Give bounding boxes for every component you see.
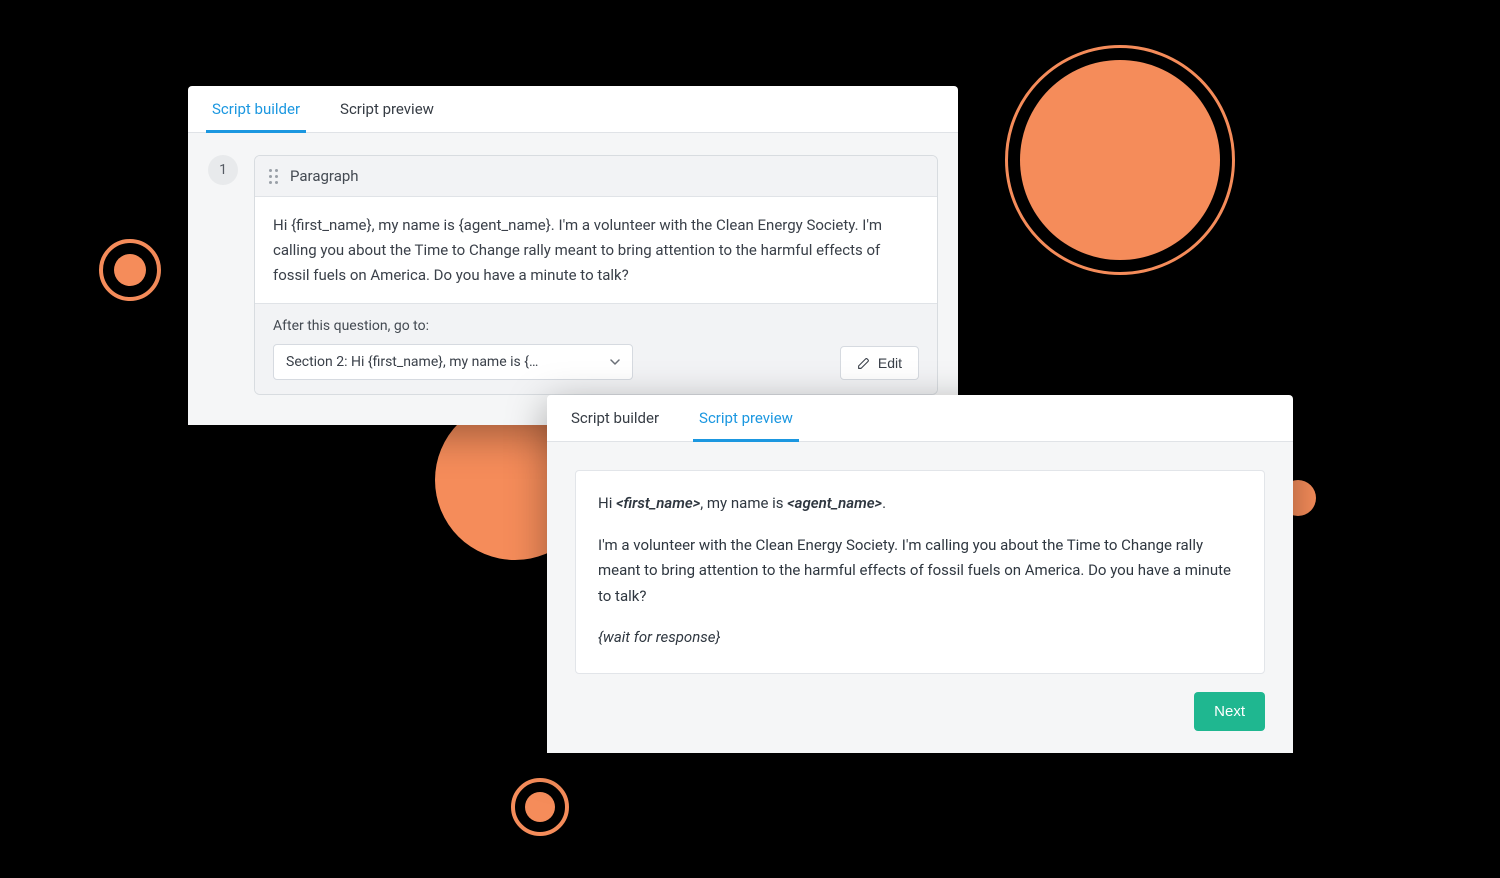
text-fragment: Hi (598, 494, 616, 512)
variable-placeholder: <agent_name> (787, 494, 882, 512)
tab-script-preview[interactable]: Script preview (334, 86, 440, 133)
preview-wait-instruction: {wait for response} (598, 625, 1242, 651)
edit-button[interactable]: Edit (840, 346, 919, 380)
chevron-down-icon (610, 357, 620, 367)
goto-label: After this question, go to: (273, 318, 633, 334)
preview-line-2: I'm a volunteer with the Clean Energy So… (598, 533, 1242, 610)
decorative-circle (1020, 60, 1220, 260)
block-type-label: Paragraph (290, 167, 359, 185)
variable-placeholder: <first_name> (616, 494, 700, 512)
next-button[interactable]: Next (1194, 692, 1265, 731)
decorative-circle (525, 792, 555, 822)
goto-select-value: Section 2: Hi {first_name}, my name is {… (286, 354, 538, 370)
tab-script-builder[interactable]: Script builder (565, 395, 665, 442)
builder-body: 1 Paragraph Hi {first_name}, my name is … (188, 133, 958, 425)
step-number-badge: 1 (208, 155, 238, 185)
tab-script-preview[interactable]: Script preview (693, 395, 799, 442)
block-header: Paragraph (255, 156, 937, 197)
text-fragment: . (882, 494, 886, 512)
script-builder-card: Script builder Script preview 1 Paragrap… (188, 86, 958, 425)
edit-button-label: Edit (878, 355, 902, 371)
paragraph-text: Hi {first_name}, my name is {agent_name}… (255, 197, 937, 303)
preview-body: Hi <first_name>, my name is <agent_name>… (547, 442, 1293, 753)
tabs: Script builder Script preview (188, 86, 958, 133)
tab-script-builder[interactable]: Script builder (206, 86, 306, 133)
block-footer: After this question, go to: Section 2: H… (255, 303, 937, 394)
drag-handle-icon[interactable] (269, 169, 278, 184)
goto-selector-group: After this question, go to: Section 2: H… (273, 318, 633, 380)
tabs: Script builder Script preview (547, 395, 1293, 442)
text-fragment: , my name is (700, 494, 787, 512)
goto-select[interactable]: Section 2: Hi {first_name}, my name is {… (273, 344, 633, 380)
decorative-circle (114, 254, 146, 286)
script-preview-card: Script builder Script preview Hi <first_… (547, 395, 1293, 753)
preview-text-box: Hi <first_name>, my name is <agent_name>… (575, 470, 1265, 674)
preview-line-1: Hi <first_name>, my name is <agent_name>… (598, 491, 1242, 517)
preview-footer: Next (575, 692, 1265, 731)
paragraph-block: Paragraph Hi {first_name}, my name is {a… (254, 155, 938, 395)
pencil-icon (857, 357, 870, 370)
